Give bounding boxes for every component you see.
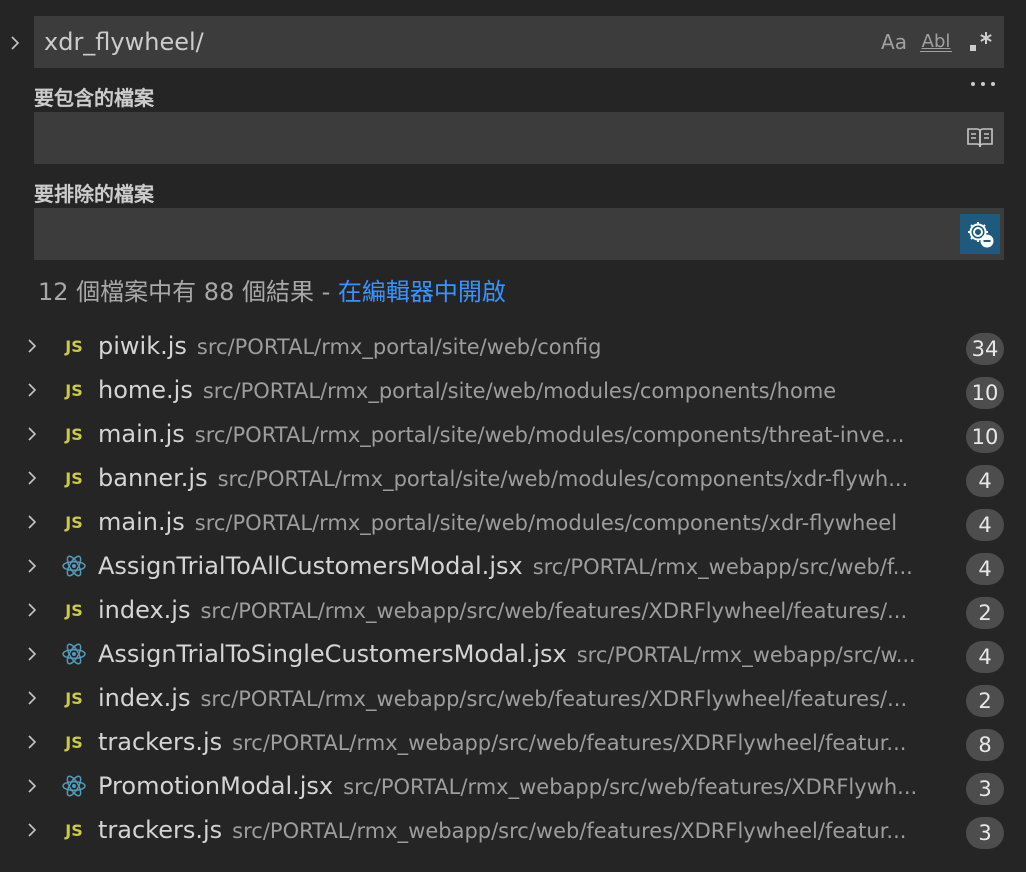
results-summary: 12 個檔案中有 88 個結果 - 在編輯器中開啟 bbox=[38, 272, 506, 307]
expand-chevron-icon[interactable] bbox=[20, 686, 44, 710]
expand-chevron-icon[interactable] bbox=[20, 510, 44, 534]
result-file-name: banner.js bbox=[98, 464, 208, 492]
result-file-name: trackers.js bbox=[98, 728, 223, 756]
result-file-path: src/PORTAL/rmx_webapp/src/web/features/X… bbox=[200, 599, 908, 623]
result-file-row[interactable]: JS trackers.js src/PORTAL/rmx_webapp/src/w… bbox=[0, 808, 1026, 852]
react-icon bbox=[62, 775, 86, 797]
js-file-icon: JS bbox=[65, 336, 83, 356]
expand-chevron-icon[interactable] bbox=[20, 378, 44, 402]
result-count-badge: 2 bbox=[966, 597, 1004, 629]
regex-icon bbox=[970, 32, 992, 51]
js-file-icon: JS bbox=[65, 380, 83, 400]
react-file-icon bbox=[60, 641, 88, 667]
result-file-path: src/PORTAL/rmx_webapp/src/web/features/X… bbox=[200, 687, 908, 711]
result-count-badge: 2 bbox=[966, 685, 1004, 717]
expand-chevron-icon[interactable] bbox=[20, 554, 44, 578]
expand-chevron-icon[interactable] bbox=[20, 598, 44, 622]
result-file-path: src/PORTAL/rmx_webapp/src/web/features/X… bbox=[232, 731, 907, 755]
result-count-badge: 10 bbox=[966, 421, 1004, 453]
result-file-name: index.js bbox=[98, 596, 191, 624]
ellipsis-icon bbox=[971, 82, 995, 86]
use-exclude-settings-button[interactable] bbox=[960, 214, 1000, 254]
files-to-exclude-input[interactable] bbox=[34, 208, 1004, 260]
results-summary-text: 12 個檔案中有 88 個結果 - bbox=[38, 278, 338, 306]
result-file-name: PromotionModal.jsx bbox=[98, 772, 334, 800]
result-file-row[interactable]: JS index.js src/PORTAL/rmx_webapp/src/web/… bbox=[0, 676, 1026, 720]
result-file-name: index.js bbox=[98, 684, 191, 712]
expand-chevron-icon[interactable] bbox=[20, 730, 44, 754]
result-file-path: src/PORTAL/rmx_portal/site/web/config bbox=[196, 335, 602, 359]
expand-chevron-icon[interactable] bbox=[20, 774, 44, 798]
result-file-name: piwik.js bbox=[98, 332, 187, 360]
result-file-row[interactable]: AssignTrialToSingleCustomersModal.jsx src… bbox=[0, 632, 1026, 676]
result-file-row[interactable]: PromotionModal.jsx src/PORTAL/rmx_webapp/… bbox=[0, 764, 1026, 808]
react-file-icon bbox=[60, 773, 88, 799]
js-file-icon: JS bbox=[65, 600, 83, 620]
result-file-name: trackers.js bbox=[98, 816, 223, 844]
expand-chevron-icon[interactable] bbox=[20, 466, 44, 490]
result-file-row[interactable]: JS index.js src/PORTAL/rmx_webapp/src/web/… bbox=[0, 588, 1026, 632]
match-case-icon: Aa bbox=[881, 30, 907, 54]
result-count-badge: 4 bbox=[966, 641, 1004, 673]
result-file-row[interactable]: JS banner.js src/PORTAL/rmx_portal/site/we… bbox=[0, 456, 1026, 500]
toggle-replace-chevron-icon[interactable] bbox=[3, 31, 27, 55]
result-file-name: main.js bbox=[98, 420, 185, 448]
toggle-search-details-button[interactable] bbox=[966, 72, 1000, 96]
js-file-icon: JS bbox=[65, 688, 83, 708]
js-file-icon: JS bbox=[65, 424, 83, 444]
react-file-icon bbox=[60, 553, 88, 579]
result-file-path: src/PORTAL/rmx_webapp/src/web/features/X… bbox=[343, 775, 918, 799]
files-to-include-label: 要包含的檔案 bbox=[34, 86, 154, 110]
open-in-editor-link[interactable]: 在編輯器中開啟 bbox=[338, 278, 506, 306]
result-file-name: AssignTrialToSingleCustomersModal.jsx bbox=[98, 640, 567, 668]
result-count-badge: 34 bbox=[966, 333, 1004, 365]
result-file-path: src/PORTAL/rmx_webapp/src/web/f... bbox=[532, 555, 913, 579]
expand-chevron-icon[interactable] bbox=[20, 422, 44, 446]
result-file-row[interactable]: JS piwik.js src/PORTAL/rmx_portal/site/web… bbox=[0, 324, 1026, 368]
result-file-path: src/PORTAL/rmx_portal/site/web/modules/c… bbox=[217, 467, 909, 491]
expand-chevron-icon[interactable] bbox=[20, 642, 44, 666]
expand-chevron-icon[interactable] bbox=[20, 818, 44, 842]
expand-chevron-icon[interactable] bbox=[20, 334, 44, 358]
result-file-path: src/PORTAL/rmx_portal/site/web/modules/c… bbox=[202, 379, 837, 403]
result-count-badge: 10 bbox=[966, 377, 1004, 409]
result-file-name: home.js bbox=[98, 376, 193, 404]
js-file-icon: JS bbox=[65, 732, 83, 752]
whole-word-toggle[interactable]: Abl bbox=[918, 26, 954, 58]
result-file-row[interactable]: JS main.js src/PORTAL/rmx_portal/site/web/… bbox=[0, 500, 1026, 544]
result-file-path: src/PORTAL/rmx_portal/site/web/modules/c… bbox=[194, 511, 898, 535]
result-count-badge: 3 bbox=[966, 817, 1004, 849]
result-count-badge: 4 bbox=[966, 553, 1004, 585]
files-to-exclude-label: 要排除的檔案 bbox=[34, 182, 154, 206]
result-count-badge: 8 bbox=[966, 729, 1004, 761]
result-count-badge: 3 bbox=[966, 773, 1004, 805]
result-file-name: AssignTrialToAllCustomersModal.jsx bbox=[98, 552, 523, 580]
react-icon bbox=[62, 643, 86, 665]
result-file-name: main.js bbox=[98, 508, 185, 536]
react-icon bbox=[62, 555, 86, 577]
search-only-open-editors-button[interactable] bbox=[964, 122, 996, 154]
gear-exclude-icon bbox=[968, 222, 994, 248]
result-file-path: src/PORTAL/rmx_webapp/src/web/features/X… bbox=[232, 819, 907, 843]
result-count-badge: 4 bbox=[966, 509, 1004, 541]
whole-word-icon: Abl bbox=[919, 30, 953, 52]
search-input-value[interactable]: xdr_flywheel/ bbox=[44, 16, 204, 68]
regex-toggle[interactable] bbox=[964, 26, 998, 58]
result-file-row[interactable]: AssignTrialToAllCustomersModal.jsx src/PO… bbox=[0, 544, 1026, 588]
match-case-toggle[interactable]: Aa bbox=[878, 26, 910, 58]
result-count-badge: 4 bbox=[966, 465, 1004, 497]
result-file-row[interactable]: JS home.js src/PORTAL/rmx_portal/site/web/… bbox=[0, 368, 1026, 412]
js-file-icon: JS bbox=[65, 512, 83, 532]
result-file-row[interactable]: JS main.js src/PORTAL/rmx_portal/site/web/… bbox=[0, 412, 1026, 456]
result-file-path: src/PORTAL/rmx_portal/site/web/modules/c… bbox=[194, 423, 905, 447]
result-file-path: src/PORTAL/rmx_webapp/src/w... bbox=[576, 643, 916, 667]
js-file-icon: JS bbox=[65, 468, 83, 488]
files-to-include-input[interactable] bbox=[34, 112, 1004, 164]
search-input[interactable]: xdr_flywheel/ Aa Abl bbox=[34, 16, 1004, 68]
result-file-row[interactable]: JS trackers.js src/PORTAL/rmx_webapp/src/w… bbox=[0, 720, 1026, 764]
book-icon bbox=[967, 128, 993, 148]
js-file-icon: JS bbox=[65, 820, 83, 840]
